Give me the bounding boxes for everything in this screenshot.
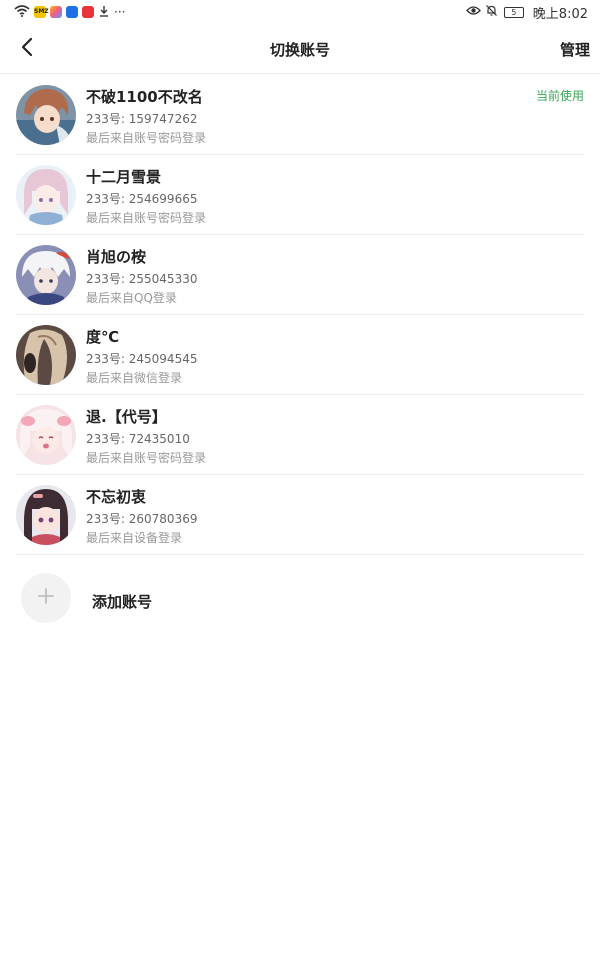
avatar	[16, 485, 76, 545]
avatar	[16, 85, 76, 145]
plus-icon	[37, 587, 55, 609]
avatar	[16, 245, 76, 305]
manage-button[interactable]: 管理	[560, 39, 590, 60]
account-last-login: 最后来自QQ登录	[86, 291, 177, 305]
account-name: 十二月雪景	[86, 168, 162, 186]
account-item[interactable]: 不破1100不改名 233号: 159747262 最后来自账号密码登录 当前使…	[16, 75, 584, 155]
add-account-button[interactable]: 添加账号	[0, 563, 600, 633]
account-last-login: 最后来自账号密码登录	[86, 211, 207, 225]
account-id: 233号: 260780369	[86, 512, 198, 526]
account-last-login: 最后来自设备登录	[86, 531, 183, 545]
nav-header: 切换账号 管理	[0, 24, 600, 74]
battery-icon: 5	[503, 6, 524, 18]
wifi-icon	[14, 4, 30, 20]
account-id: 233号: 254699665	[86, 192, 198, 206]
account-name: 度℃	[86, 328, 120, 346]
account-name: 退.【代号】	[86, 408, 167, 426]
add-account-label: 添加账号	[92, 593, 153, 611]
app-notification-icon: SMZ	[34, 6, 49, 18]
account-item[interactable]: 度℃ 233号: 245094545 最后来自微信登录	[16, 315, 584, 395]
account-id: 233号: 245094545	[86, 352, 198, 366]
status-bar-right: 5 晚上8:02	[465, 3, 588, 22]
account-last-login: 最后来自账号密码登录	[86, 451, 207, 465]
add-account-circle	[21, 573, 71, 623]
account-name: 不忘初衷	[86, 488, 147, 506]
more-notifications: ···	[114, 5, 126, 19]
account-name: 不破1100不改名	[86, 88, 203, 106]
avatar	[16, 325, 76, 385]
status-bar-left: SMZ ···	[14, 4, 126, 20]
account-id: 233号: 159747262	[86, 112, 198, 126]
status-bar: SMZ ··· 5 晚上8:02	[0, 0, 600, 24]
account-item[interactable]: 不忘初衷 233号: 260780369 最后来自设备登录	[16, 475, 584, 555]
download-icon	[98, 5, 110, 20]
app-notification-icon	[50, 6, 62, 18]
shield-app-icon	[66, 6, 78, 18]
account-name: 肖旭の桉	[86, 248, 147, 266]
eye-icon	[465, 5, 481, 19]
account-last-login: 最后来自账号密码登录	[86, 131, 207, 145]
account-last-login: 最后来自微信登录	[86, 371, 183, 385]
account-id: 233号: 72435010	[86, 432, 190, 446]
page-title: 切换账号	[269, 41, 330, 59]
bell-off-icon	[485, 4, 498, 20]
avatar	[16, 405, 76, 465]
account-item[interactable]: 肖旭の桉 233号: 255045330 最后来自QQ登录	[16, 235, 584, 315]
current-account-badge: 当前使用	[535, 89, 584, 103]
account-id: 233号: 255045330	[86, 272, 198, 286]
account-item[interactable]: 退.【代号】 233号: 72435010 最后来自账号密码登录	[16, 395, 584, 475]
account-list: 不破1100不改名 233号: 159747262 最后来自账号密码登录 当前使…	[0, 75, 600, 555]
status-time: 晚上8:02	[532, 6, 588, 22]
app-notification-icon	[82, 6, 94, 18]
avatar	[16, 165, 76, 225]
account-item[interactable]: 十二月雪景 233号: 254699665 最后来自账号密码登录	[16, 155, 584, 235]
